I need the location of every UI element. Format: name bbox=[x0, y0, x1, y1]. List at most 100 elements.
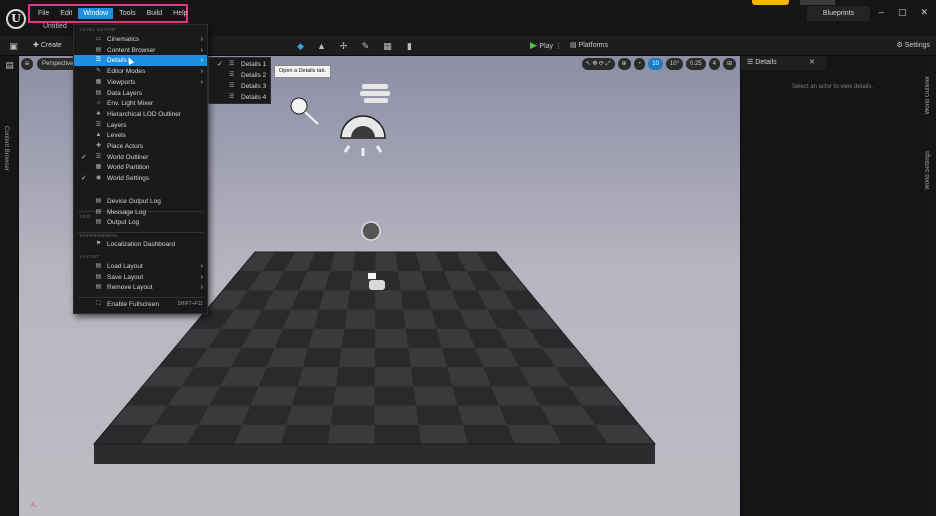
details-panel: ☰ Details ✕ Select an actor to view deta… bbox=[740, 56, 923, 516]
blueprints-tab[interactable]: Blueprints bbox=[807, 6, 870, 21]
menu-item-message-log[interactable]: ▤ Message Log bbox=[74, 207, 207, 218]
chevron-right-icon: › bbox=[200, 46, 203, 54]
viewport-menu-icon[interactable]: ≡ bbox=[21, 58, 33, 70]
submenu-item-details-3[interactable]: ☰ Details 3 bbox=[209, 81, 270, 92]
menu-item-world-settings[interactable]: ✓ ◉ World Settings bbox=[74, 173, 207, 184]
select-mode-icon[interactable]: ◆ bbox=[295, 41, 306, 51]
directional-light-icon[interactable] bbox=[290, 97, 319, 125]
close-icon[interactable]: ✕ bbox=[809, 56, 815, 70]
camera-speed-value[interactable]: 4 bbox=[708, 58, 720, 70]
menu-item-localization-dashboard[interactable]: ⚑ Localization Dashboard bbox=[74, 239, 207, 250]
world-settings-tab[interactable]: World Settings bbox=[925, 151, 931, 190]
floor-tile bbox=[405, 328, 442, 348]
mesh-paint-icon[interactable]: ✎ bbox=[360, 41, 371, 51]
details-tab-label: Details bbox=[755, 59, 777, 66]
checkmark-icon: ✓ bbox=[81, 175, 87, 183]
menu-tools[interactable]: Tools bbox=[114, 8, 140, 19]
menu-build[interactable]: Build bbox=[142, 8, 168, 19]
sky-atmosphere-icon[interactable] bbox=[340, 115, 386, 156]
main-menu-bar: File Edit Window Tools Build Help bbox=[28, 4, 188, 23]
details-tab[interactable]: ☰ Details ✕ bbox=[741, 56, 826, 70]
menu-help[interactable]: Help bbox=[168, 8, 192, 19]
viewports-icon: ▦ bbox=[95, 78, 102, 85]
chevron-right-icon: › bbox=[200, 36, 203, 43]
transform-tools-group[interactable]: ↖ ✥ ⟳ ⤢ bbox=[581, 58, 615, 70]
floor-tile bbox=[374, 386, 417, 406]
menu-item-device-output-log[interactable]: ▤ Device Output Log bbox=[74, 196, 207, 207]
landscape-mode-icon[interactable]: ▲ bbox=[316, 41, 327, 51]
section-layout: LAYOUT bbox=[80, 254, 100, 259]
minimize-button[interactable]: – bbox=[879, 7, 884, 18]
menu-item-remove-layout[interactable]: ▤ Remove Layout › bbox=[74, 282, 207, 293]
maximize-viewport-icon[interactable]: ⊞ bbox=[722, 58, 736, 70]
localization-dashboard-icon: ⚑ bbox=[95, 241, 102, 247]
sphere-reflection-icon[interactable] bbox=[361, 221, 381, 241]
window-controls: – ▢ ✕ bbox=[879, 7, 928, 18]
menu-item-content-browser[interactable]: ▤ Content Browser › bbox=[74, 45, 207, 56]
levels-icon: ▲ bbox=[95, 132, 102, 139]
create-button[interactable]: ✚ Create bbox=[33, 41, 62, 49]
menu-item-env-light-mixer[interactable]: ☼ Env. Light Mixer bbox=[74, 98, 207, 109]
close-button[interactable]: ✕ bbox=[920, 7, 928, 18]
menu-item-viewports[interactable]: ▦ Viewports › bbox=[74, 77, 207, 88]
content-browser-tab[interactable]: Content Browser bbox=[3, 126, 9, 171]
menu-item-label: World Partition bbox=[107, 164, 150, 172]
menu-item-save-layout[interactable]: ▤ Save Layout › bbox=[74, 272, 207, 283]
menu-item-cinematics[interactable]: ▭ Cinematics › bbox=[74, 34, 207, 45]
rotation-snap-value[interactable]: 10° bbox=[665, 58, 683, 70]
scale-snap-value[interactable]: 0.25 bbox=[685, 58, 706, 70]
menu-item-layers[interactable]: ☰ Layers bbox=[74, 120, 207, 131]
submenu-item-details-2[interactable]: ☰ Details 2 bbox=[209, 70, 270, 81]
sky-light-icon[interactable] bbox=[360, 84, 390, 103]
menu-item-label: Content Browser bbox=[107, 46, 156, 54]
editor-modes-icon: ✎ bbox=[95, 68, 102, 75]
floor-tile bbox=[242, 405, 292, 425]
content-browser-icon[interactable]: ▤ bbox=[4, 60, 15, 70]
menu-item-load-layout[interactable]: ▤ Load Layout › bbox=[74, 261, 207, 272]
menu-item-levels[interactable]: ▲ Levels bbox=[74, 130, 207, 141]
submenu-item-label: Details 1 bbox=[241, 61, 267, 68]
world-settings-icon: ◉ bbox=[95, 175, 102, 182]
right-dock-strip: World Outliner World Settings bbox=[923, 56, 936, 516]
submenu-item-details-1[interactable]: ✓ ☰ Details 1 bbox=[209, 59, 270, 70]
menu-item-place-actors[interactable]: ✚ Place Actors bbox=[74, 141, 207, 152]
env-light-mixer-icon: ☼ bbox=[95, 100, 102, 107]
world-local-icon[interactable]: ⊕ bbox=[617, 58, 631, 70]
menu-item-output-log[interactable]: ▤ Output Log bbox=[74, 217, 207, 228]
menu-item-enable-fullscreen[interactable]: ⛶ Enable Fullscreen SHIFT+F11 bbox=[74, 299, 207, 310]
menu-item-details[interactable]: ☰ Details › bbox=[74, 55, 207, 67]
menu-item-editor-modes[interactable]: ✎ Editor Modes › bbox=[74, 66, 207, 77]
settings-button[interactable]: ⚙ Settings bbox=[896, 41, 930, 49]
message-log-icon: ▤ bbox=[95, 208, 102, 215]
unreal-logo-icon[interactable]: U bbox=[6, 9, 26, 29]
settings-label: Settings bbox=[904, 42, 930, 49]
menu-edit[interactable]: Edit bbox=[55, 8, 77, 19]
world-outliner-tab[interactable]: World Outliner bbox=[925, 76, 931, 114]
details-tab-icon: ☰ bbox=[747, 59, 756, 66]
submenu-item-details-4[interactable]: ☰ Details 4 bbox=[209, 92, 270, 103]
details-icon: ☰ bbox=[229, 94, 235, 100]
save-icon[interactable]: ▣ bbox=[8, 41, 19, 51]
title-tab-bar bbox=[800, 0, 835, 5]
floor-tile bbox=[352, 252, 376, 272]
play-button[interactable]: ▶ Play ⋮ bbox=[530, 40, 562, 51]
maximize-button[interactable]: ▢ bbox=[898, 7, 907, 18]
menu-item-data-layers[interactable]: ▤ Data Layers bbox=[74, 88, 207, 99]
fracture-mode-icon[interactable]: ▮ bbox=[404, 41, 415, 51]
floor-tile bbox=[336, 367, 375, 387]
menu-item-world-outliner[interactable]: ✓ ☰ World Outliner bbox=[74, 152, 207, 163]
surface-snap-icon[interactable]: ◔ bbox=[633, 58, 646, 70]
menu-item-label: Output Log bbox=[107, 219, 140, 227]
floor-tile bbox=[374, 424, 422, 444]
left-dock-strip: ▤ Content Browser bbox=[0, 56, 19, 516]
menu-item-world-partition[interactable]: ▦ World Partition bbox=[74, 162, 207, 173]
platforms-icon: ▤ bbox=[570, 42, 579, 49]
menu-file[interactable]: File bbox=[33, 8, 54, 19]
grid-snap-value[interactable]: 10 bbox=[648, 58, 663, 70]
menu-item-hierarchical-lod-outliner[interactable]: ♣ Hierarchical LOD Outliner bbox=[74, 109, 207, 120]
foliage-mode-icon[interactable]: ✢ bbox=[338, 41, 349, 51]
platforms-button[interactable]: ▤ Platforms bbox=[570, 41, 608, 49]
project-tab[interactable]: Untitled bbox=[43, 23, 67, 30]
modeling-mode-icon[interactable]: ▦ bbox=[382, 41, 393, 51]
menu-window[interactable]: Window bbox=[78, 8, 114, 19]
